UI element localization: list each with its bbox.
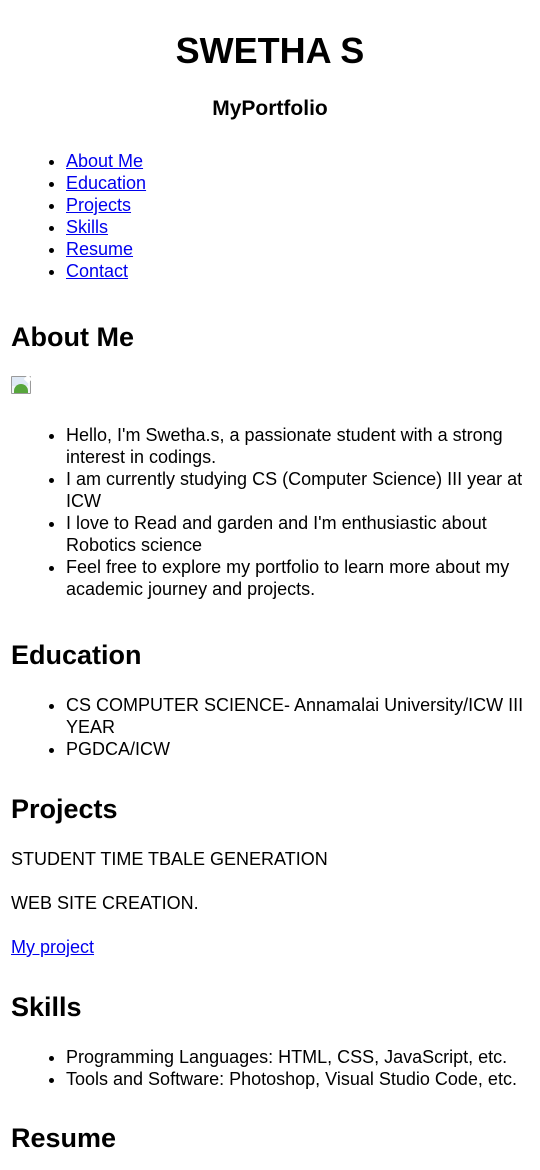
nav-link-about[interactable]: About Me [66, 151, 143, 171]
nav-item-resume: Resume [66, 238, 529, 260]
nav-link-contact[interactable]: Contact [66, 261, 128, 281]
nav-item-education: Education [66, 172, 529, 194]
nav-link-skills[interactable]: Skills [66, 217, 108, 237]
about-item: I love to Read and garden and I'm enthus… [66, 512, 529, 556]
site-title: SWETHA S [175, 30, 365, 71]
skill-item: Programming Languages: HTML, CSS, JavaSc… [66, 1046, 529, 1068]
project-item: STUDENT TIME TBALE GENERATION [11, 849, 328, 869]
skill-item: Tools and Software: Photoshop, Visual St… [66, 1068, 529, 1090]
about-item: Feel free to explore my portfolio to lea… [66, 556, 529, 600]
nav-list: About Me Education Projects Skills Resum… [11, 150, 529, 282]
education-item: CS COMPUTER SCIENCE- Annamalai Universit… [66, 694, 529, 738]
nav-item-projects: Projects [66, 194, 529, 216]
about-item: I am currently studying CS (Computer Sci… [66, 468, 529, 512]
nav-item-skills: Skills [66, 216, 529, 238]
nav-link-resume[interactable]: Resume [66, 239, 133, 259]
projects-heading: Projects [11, 794, 118, 824]
nav-item-about: About Me [66, 150, 529, 172]
project-item: WEB SITE CREATION. [11, 893, 199, 913]
skills-list: Programming Languages: HTML, CSS, JavaSc… [11, 1046, 529, 1090]
project-paragraph: My project [11, 936, 529, 958]
about-heading: About Me [11, 322, 134, 352]
skills-heading: Skills [11, 992, 82, 1022]
portfolio-page: SWETHA S MyPortfolio About Me Education … [0, 0, 540, 1154]
site-subtitle: MyPortfolio [212, 97, 328, 120]
education-item: PGDCA/ICW [66, 738, 529, 760]
about-item: Hello, I'm Swetha.s, a passionate studen… [66, 424, 529, 468]
nav-link-education[interactable]: Education [66, 173, 146, 193]
education-list: CS COMPUTER SCIENCE- Annamalai Universit… [11, 694, 529, 760]
resume-heading: Resume [11, 1123, 117, 1153]
nav-item-contact: Contact [66, 260, 529, 282]
education-heading: Education [11, 640, 142, 670]
my-project-link[interactable]: My project [11, 937, 94, 957]
nav-link-projects[interactable]: Projects [66, 195, 131, 215]
about-list: Hello, I'm Swetha.s, a passionate studen… [11, 424, 529, 600]
broken-image-icon [11, 374, 33, 398]
